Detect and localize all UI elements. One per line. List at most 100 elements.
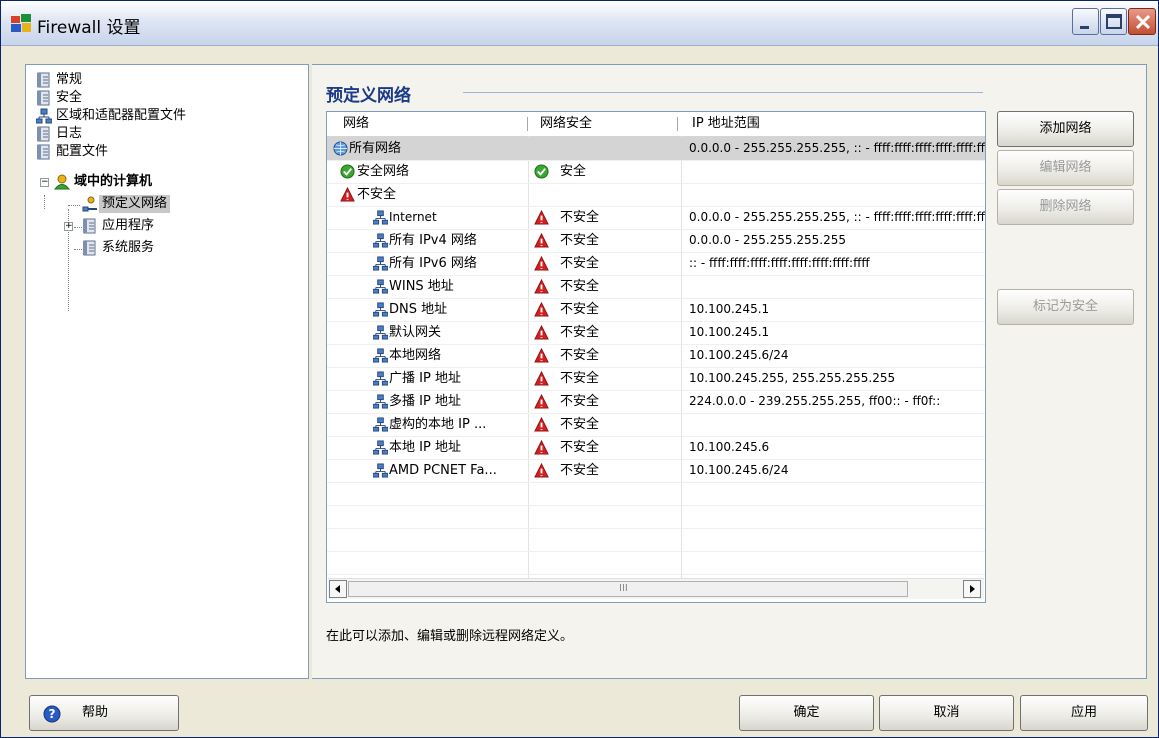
table-row[interactable]: 安全网络 安全 (327, 160, 985, 184)
firewall-settings-window: Firewall 设置 常规 安全 区域和适配器配置文件 日志 配置文件 − 域… (0, 0, 1159, 738)
edit-network-button[interactable]: 编辑网络 (997, 150, 1134, 186)
ip-range: 10.100.245.1 (689, 302, 770, 316)
tree-label: 应用程序 (102, 218, 155, 233)
table-row[interactable]: 本地网络 不安全 10.100.245.6/24 (327, 344, 985, 368)
table-row[interactable]: 所有 IPv4 网络 不安全 0.0.0.0 - 255.255.255.255 (327, 229, 985, 253)
table-row[interactable]: 多播 IP 地址 不安全 224.0.0.0 - 239.255.255.255… (327, 390, 985, 414)
tree-label: 安全 (56, 90, 83, 105)
network-name: 本地 IP 地址 (389, 440, 461, 455)
ip-range: 10.100.245.255, 255.255.255.255 (689, 371, 896, 385)
network-icon (373, 279, 388, 294)
network-user-icon (82, 196, 97, 212)
network-name: DNS 地址 (389, 302, 448, 317)
tree-label: 日志 (56, 126, 83, 141)
ok-button[interactable]: 确定 (739, 695, 874, 731)
ip-range: 10.100.245.6 (689, 440, 770, 454)
column-separator (677, 117, 678, 131)
apply-button[interactable]: 应用 (1020, 695, 1148, 731)
table-header: 网络 网络安全 IP 地址范围 (327, 112, 985, 137)
section-title: 预定义网络 (326, 86, 411, 106)
expand-toggle[interactable]: + (64, 222, 73, 231)
tree-label: 域中的计算机 (74, 174, 153, 189)
network-icon (373, 371, 388, 386)
description-text: 在此可以添加、编辑或删除远程网络定义。 (326, 629, 574, 644)
empty-row (327, 482, 985, 506)
table-row[interactable]: 默认网关 不安全 10.100.245.1 (327, 321, 985, 345)
ip-range: 0.0.0.0 - 255.255.255.255, :: - ffff:fff… (689, 141, 985, 155)
table-row[interactable]: 广播 IP 地址 不安全 10.100.245.255, 255.255.255… (327, 367, 985, 391)
tree-label: 常规 (56, 72, 83, 87)
tree-label: 预定义网络 (99, 195, 171, 213)
ip-range: 10.100.245.6/24 (689, 348, 789, 362)
ip-range: 224.0.0.0 - 239.255.255.255, ff00:: - ff… (689, 394, 941, 408)
column-header-network[interactable]: 网络 (343, 112, 369, 136)
table-row[interactable]: DNS 地址 不安全 10.100.245.1 (327, 298, 985, 322)
security-status: 不安全 (560, 463, 600, 478)
settings-tree: 常规 安全 区域和适配器配置文件 日志 配置文件 − 域中的计算机 预定义网络 … (25, 64, 309, 679)
table-row[interactable]: 所有网络 0.0.0.0 - 255.255.255.255, :: - fff… (327, 137, 985, 161)
collapse-toggle[interactable]: − (40, 178, 49, 187)
network-name: 所有 IPv4 网络 (389, 233, 477, 248)
minimize-icon (1080, 26, 1089, 29)
ip-range (689, 413, 985, 436)
maximize-button[interactable] (1100, 8, 1127, 35)
security-status: 不安全 (560, 394, 600, 409)
scroll-right-button[interactable] (963, 580, 981, 598)
networks-table[interactable]: 网络 网络安全 IP 地址范围 所有网络 0.0.0.0 - 255.255.2… (326, 111, 986, 603)
network-name: 多播 IP 地址 (389, 394, 461, 409)
security-status: 安全 (560, 164, 587, 179)
arrow-right-icon (970, 585, 975, 593)
network-name: WINS 地址 (389, 279, 454, 294)
ip-range: 10.100.245.6/24 (689, 463, 789, 477)
network-icon (373, 256, 388, 271)
document-icon (37, 144, 50, 160)
cancel-button[interactable]: 取消 (879, 695, 1014, 731)
empty-row (327, 505, 985, 529)
security-status: 不安全 (560, 233, 600, 248)
help-button[interactable]: ? 帮助 (29, 695, 179, 731)
scroll-thumb[interactable]: III (348, 581, 908, 597)
column-header-security[interactable]: 网络安全 (540, 112, 592, 136)
ip-range: :: - ffff:ffff:ffff:ffff:ffff:ffff:ffff:… (689, 256, 870, 270)
warning-icon (534, 256, 549, 271)
delete-network-button[interactable]: 删除网络 (997, 189, 1134, 225)
warning-icon (534, 463, 549, 478)
check-shield-icon (340, 164, 355, 179)
table-row[interactable]: AMD PCNET Fa... 不安全 10.100.245.6/24 (327, 459, 985, 483)
title-bar[interactable]: Firewall 设置 (1, 1, 1158, 46)
network-name: 默认网关 (389, 325, 442, 340)
user-icon (54, 174, 70, 190)
scroll-left-button[interactable] (329, 580, 347, 598)
document-icon (83, 240, 96, 256)
close-button[interactable] (1128, 8, 1156, 35)
table-row[interactable]: Internet 不安全 0.0.0.0 - 255.255.255.255, … (327, 206, 985, 230)
security-status: 不安全 (560, 279, 600, 294)
document-icon (37, 72, 50, 88)
empty-row (327, 551, 985, 575)
table-row[interactable]: 所有 IPv6 网络 不安全 :: - ffff:ffff:ffff:ffff:… (327, 252, 985, 276)
network-icon (373, 325, 388, 340)
network-icon (373, 417, 388, 432)
arrow-left-icon (335, 585, 340, 593)
add-network-button[interactable]: 添加网络 (997, 111, 1134, 147)
ip-range: 0.0.0.0 - 255.255.255.255 (689, 233, 847, 247)
maximize-icon (1106, 14, 1122, 29)
table-row[interactable]: WINS 地址 不安全 (327, 275, 985, 299)
column-header-ip-range[interactable]: IP 地址范围 (692, 112, 760, 136)
table-row[interactable]: 虚构的本地 IP ... 不安全 (327, 413, 985, 437)
firewall-app-icon (11, 14, 31, 32)
network-name: 所有网络 (349, 141, 402, 156)
network-icon (36, 108, 52, 124)
help-label: 帮助 (82, 705, 109, 720)
close-icon (1135, 14, 1151, 30)
table-row[interactable]: 不安全 (327, 183, 985, 207)
tree-label: 配置文件 (56, 144, 109, 159)
horizontal-scrollbar[interactable]: III (328, 578, 984, 599)
svg-text:?: ? (49, 707, 56, 721)
network-name: 本地网络 (389, 348, 442, 363)
minimize-button[interactable] (1072, 8, 1099, 35)
mark-safe-button[interactable]: 标记为安全 (997, 289, 1134, 325)
security-status: 不安全 (560, 256, 600, 271)
security-status: 不安全 (560, 440, 600, 455)
table-row[interactable]: 本地 IP 地址 不安全 10.100.245.6 (327, 436, 985, 460)
